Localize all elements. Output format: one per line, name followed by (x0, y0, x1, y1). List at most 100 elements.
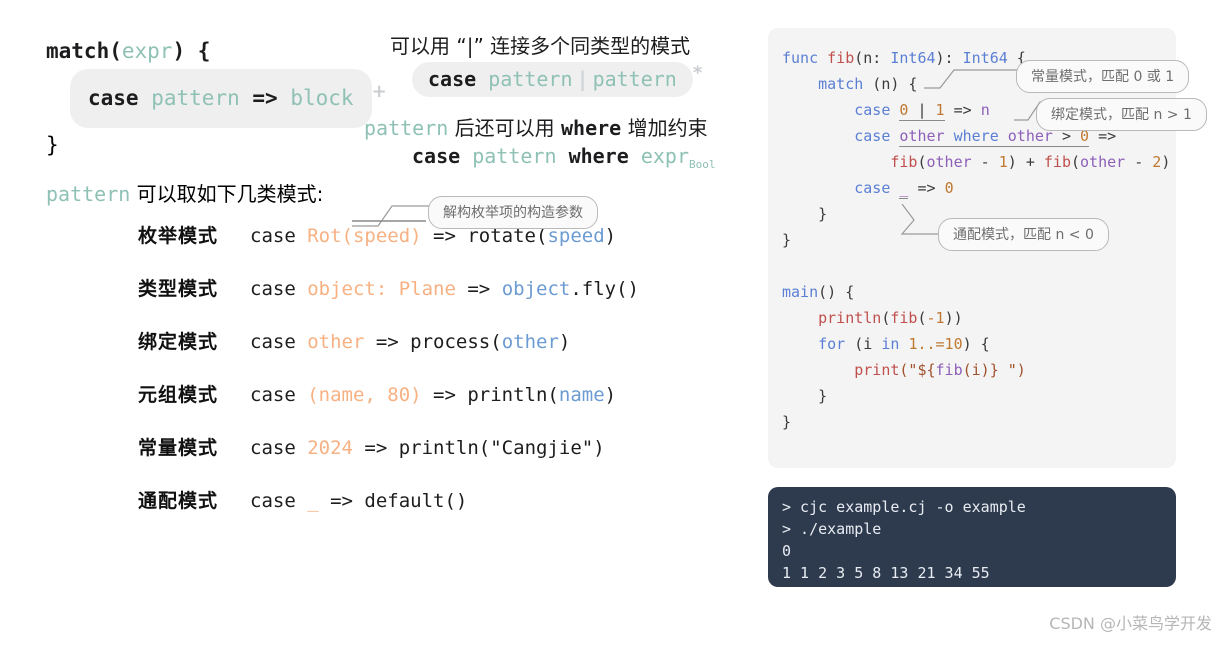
code-fib-call-2: fib (1043, 153, 1071, 171)
code-main-keyword: main (782, 283, 819, 301)
match-keyword: match( (46, 39, 122, 63)
match-schematic: match(expr) { case pattern => block + } (46, 34, 387, 162)
pill-space-1 (139, 86, 152, 110)
row-body-post: ) (558, 331, 571, 353)
code-main-open: () { (818, 283, 855, 301)
case-alt-pill-row: case pattern | pattern * (412, 62, 702, 97)
code-other-arg-2: other (1080, 153, 1126, 171)
code-other-arg-1: other (926, 153, 972, 171)
code-one-operand: 1 (998, 153, 1008, 171)
underline-enum-pattern (352, 220, 426, 222)
code-two-operand: 2 (1152, 153, 1162, 171)
pattern-row-wildcard: 通配模式 case _ => default() (46, 486, 639, 539)
code-pipe-separator: | (908, 101, 936, 119)
row-arrow: => (455, 278, 502, 300)
code-where-keyword: where (953, 127, 999, 145)
code-one-literal: 1 (935, 101, 945, 119)
row-body-var: other (501, 331, 559, 353)
code-const-pattern-group: 0 | 1 (899, 101, 945, 121)
code-func-close-brace: } (782, 231, 792, 249)
pattern-row-name: 绑定模式 (138, 331, 219, 353)
code-paren-a: ( (917, 153, 927, 171)
row-case-keyword: case (250, 225, 308, 247)
row-case-keyword: case (250, 384, 308, 406)
case-where-example: case pattern where exprBool (412, 144, 716, 171)
alt-case-keyword: case (428, 67, 477, 91)
terminal-line-run: > ./example (782, 520, 882, 538)
terminal-line-sequence: 1 1 2 3 5 8 13 21 34 55 (782, 564, 990, 582)
code-minus-1: - (971, 153, 999, 171)
code-case-keyword-3: case (854, 179, 891, 197)
csdn-watermark: CSDN @小菜鸟学开发 (1049, 614, 1212, 633)
code-paren-b: ( (1071, 153, 1081, 171)
note-where-text-1: 后还可以用 (448, 116, 562, 140)
where-expr-subscript: Bool (689, 158, 716, 171)
where-keyword-token: where (568, 144, 629, 168)
heading-text: 可以取如下几类模式: (130, 182, 324, 206)
code-arrow-3: => (908, 179, 945, 197)
code-n-variable: n (980, 101, 990, 119)
sp (945, 127, 954, 145)
leader-line-wildcard-pattern (900, 204, 942, 235)
heading-pattern-token: pattern (46, 182, 131, 206)
pill-case-keyword: case (88, 86, 139, 110)
row-body-pre: println( (467, 384, 559, 406)
pattern-row-name: 常量模式 (138, 437, 219, 459)
where-space-3 (629, 144, 641, 168)
pill-block-token: block (290, 86, 354, 110)
row-body-post: .fly() (570, 278, 639, 300)
code-print-string-start: ("${ (899, 361, 936, 379)
pill-space-3 (278, 86, 291, 110)
code-other-binding: other (899, 127, 945, 145)
code-negative-one: -1 (926, 309, 945, 327)
code-case-keyword-1: case (854, 101, 891, 119)
pattern-row-binding: 绑定模式 case other => process(other) (46, 327, 639, 380)
pattern-row-code: case other => process(other) (250, 331, 570, 353)
leader-line-enum-destructure (352, 205, 436, 227)
row-case-keyword: case (250, 437, 308, 459)
callout-const-pattern: 常量模式，匹配 0 或 1 (1016, 60, 1190, 93)
code-func-keyword: func (782, 49, 819, 67)
callout-wildcard-pattern: 通配模式，匹配 n < 0 (938, 218, 1109, 251)
row-pattern-token: object: Plane (307, 278, 456, 300)
code-plus-op: ) + (1007, 153, 1044, 171)
alt-space-1 (476, 67, 488, 91)
pattern-row-code: case _ => default() (250, 490, 467, 512)
row-body-post: ) (604, 384, 617, 406)
code-paren-c: ) (1161, 153, 1171, 171)
row-body-var: name (558, 384, 605, 406)
leader-line-const-pattern (924, 69, 1018, 89)
pattern-row-code: case object: Plane => object.fly() (250, 278, 639, 300)
code-case-keyword-2: case (854, 127, 891, 145)
code-fib-name: fib (827, 49, 855, 67)
pattern-row-name: 通配模式 (138, 490, 219, 512)
code-match-keyword: match (818, 75, 864, 93)
terminal-line-compile: > cjc example.cj -o example (782, 498, 1026, 516)
code-fib-paren-3: ( (917, 309, 927, 327)
row-arrow: => (364, 331, 411, 353)
code-for-open-brace: ) { (962, 335, 990, 353)
code-wildcard-result: 0 (944, 179, 954, 197)
row-arrow: => (421, 384, 468, 406)
code-main-close-brace: } (782, 413, 792, 431)
alt-pipe-separator: | (576, 67, 589, 91)
code-fib-call-1: fib (890, 153, 918, 171)
pill-space-2 (240, 86, 253, 110)
code-match-args: (n) { (863, 75, 918, 93)
where-expr-token: expr (640, 144, 689, 168)
row-arrow: => (318, 490, 365, 512)
callout-binding-pattern: 绑定模式，匹配 n > 1 (1036, 98, 1207, 131)
row-body-var: object (501, 278, 571, 300)
code-println-close: )) (944, 309, 963, 327)
row-pattern-token: (name, 80) (307, 384, 422, 406)
note-where-pattern-token: pattern (364, 116, 449, 140)
row-case-keyword: case (250, 331, 308, 353)
row-body-pre: default() (364, 490, 468, 512)
where-space-1 (460, 144, 472, 168)
